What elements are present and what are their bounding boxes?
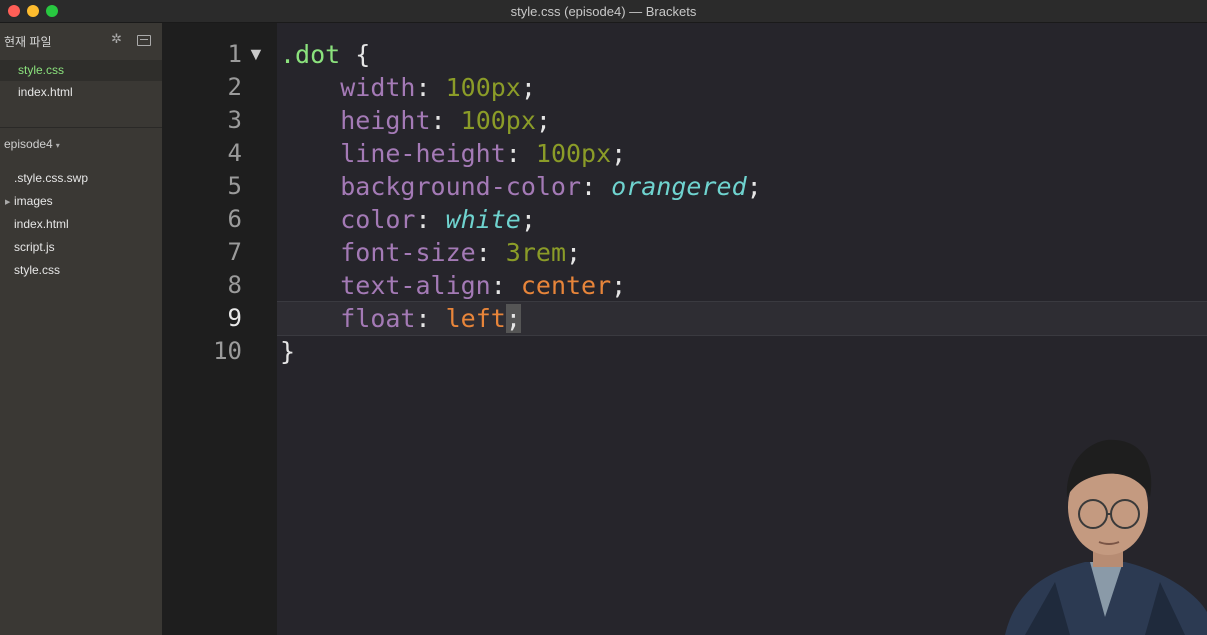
window-title: style.css (episode4) — Brackets [510, 4, 697, 19]
gear-icon[interactable]: ✲ [111, 31, 122, 47]
code-line-3[interactable]: height: 100px; [280, 106, 551, 135]
line-number: 1 [227, 40, 242, 68]
fold-arrow-icon[interactable]: ▼ [247, 44, 265, 65]
css-value: 100px [535, 139, 612, 168]
line-number: 5 [227, 172, 242, 200]
line-number: 3 [227, 106, 242, 134]
css-value: left [445, 304, 506, 333]
css-value: 3rem [505, 238, 567, 267]
css-property: font-size [340, 238, 476, 267]
line-number: 4 [227, 139, 242, 167]
tree-item-images[interactable]: images [14, 194, 53, 208]
line-number-active: 9 [227, 304, 242, 332]
css-property: width [340, 73, 416, 102]
line-number: 2 [227, 73, 242, 101]
code-line-8[interactable]: text-align: center; [280, 271, 626, 300]
css-selector: .dot [280, 40, 341, 69]
code-line-5[interactable]: background-color: orangered; [280, 172, 761, 201]
open-brace: { [340, 40, 371, 69]
tree-item-style-swp[interactable]: .style.css.swp [14, 171, 88, 185]
css-value: center [520, 271, 612, 300]
split-view-icon[interactable] [137, 35, 151, 46]
working-files-header: 현재 파일 [4, 35, 52, 49]
line-number: 8 [227, 271, 242, 299]
tree-item-index-html[interactable]: index.html [14, 217, 69, 231]
text-cursor: ; [505, 304, 521, 333]
code-line-10[interactable]: } [280, 337, 295, 366]
chevron-down-icon: ▾ [55, 141, 60, 150]
close-brace: } [280, 337, 296, 366]
css-value: 100px [445, 73, 521, 102]
folder-expand-icon[interactable]: ▶ [5, 198, 10, 206]
line-number: 10 [213, 337, 242, 365]
line-number: 7 [227, 238, 242, 266]
sidebar: 현재 파일 ✲ style.css index.html episode4 ▾ .… [0, 23, 162, 635]
css-property: background-color [340, 172, 582, 201]
css-property: text-align [340, 271, 491, 300]
title-bar: style.css (episode4) — Brackets [0, 0, 1207, 23]
css-value: orangered [611, 172, 747, 201]
tree-item-script-js[interactable]: script.js [14, 240, 55, 254]
project-dropdown[interactable]: episode4 ▾ [4, 137, 60, 151]
code-line-6[interactable]: color: white; [280, 205, 536, 234]
sidebar-divider [0, 127, 162, 128]
working-file-index-html[interactable]: index.html [0, 82, 162, 103]
css-property: height [340, 106, 431, 135]
project-name: episode4 [4, 137, 53, 151]
code-line-1[interactable]: .dot { [280, 40, 370, 69]
css-value: white [445, 205, 521, 234]
css-property: color [340, 205, 416, 234]
webcam-overlay [995, 432, 1207, 635]
code-line-7[interactable]: font-size: 3rem; [280, 238, 581, 267]
code-line-9[interactable]: float: left; [280, 304, 521, 333]
css-property: float [340, 304, 416, 333]
css-value: 100px [460, 106, 536, 135]
code-line-2[interactable]: width: 100px; [280, 73, 536, 102]
code-line-4[interactable]: line-height: 100px; [280, 139, 626, 168]
tree-item-style-css[interactable]: style.css [14, 263, 60, 277]
working-file-style-css[interactable]: style.css [0, 60, 162, 81]
line-number: 6 [227, 205, 242, 233]
css-property: line-height [340, 139, 506, 168]
